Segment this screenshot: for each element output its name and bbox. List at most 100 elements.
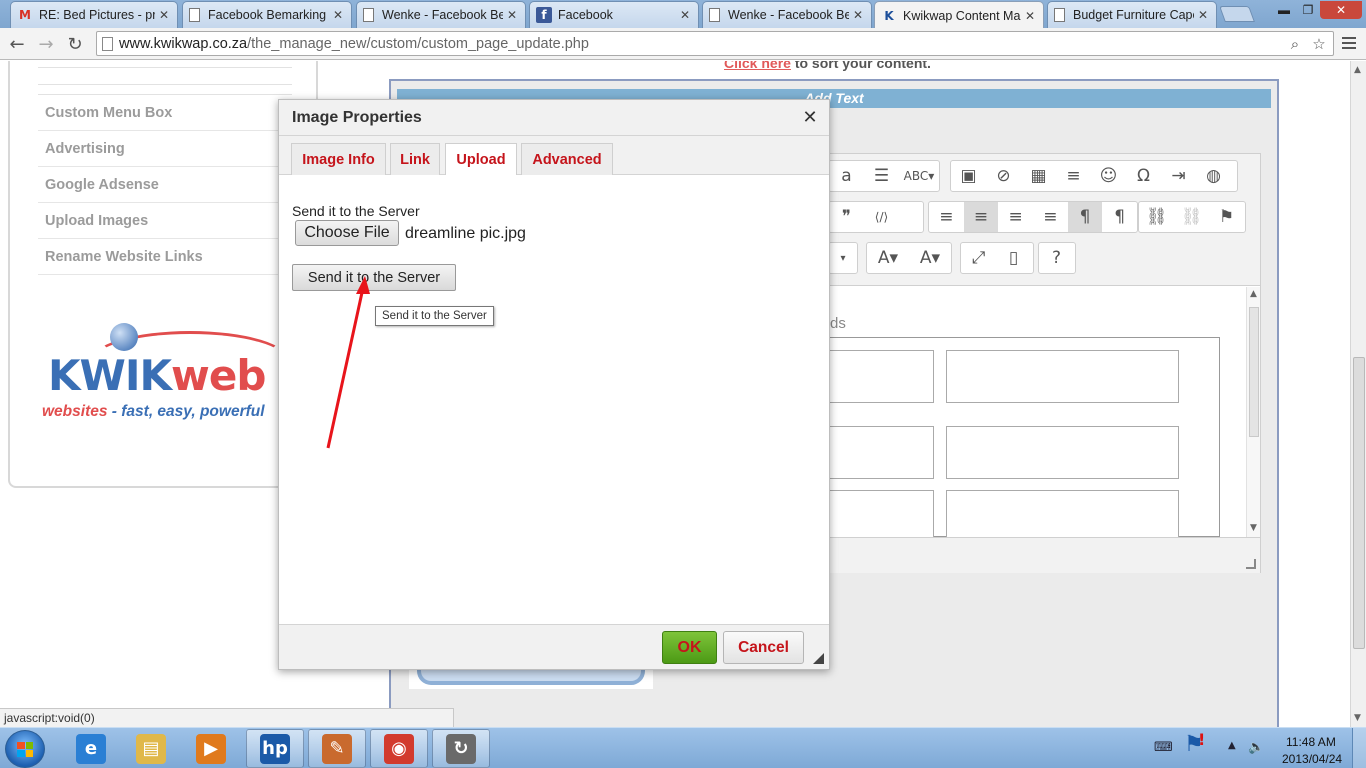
- reload-icon[interactable]: ↻: [63, 32, 87, 56]
- cancel-button[interactable]: Cancel: [723, 631, 804, 664]
- browser-tab[interactable]: Wenke - Facebook Ber ✕: [356, 1, 526, 28]
- taskbar-app-button[interactable]: ▶: [182, 729, 240, 768]
- volume-icon[interactable]: 🔈: [1248, 740, 1264, 755]
- dropdown-arrow-icon[interactable]: ▾: [829, 243, 857, 273]
- keyboard-icon[interactable]: ⌨: [1154, 740, 1173, 755]
- maximize-icon[interactable]: ⤢: [961, 243, 996, 273]
- page-scrollbar[interactable]: ▲ ▼: [1350, 61, 1366, 727]
- rtl-icon[interactable]: ¶: [1102, 202, 1137, 232]
- table-cell[interactable]: [814, 350, 934, 403]
- ltr-icon[interactable]: ¶: [1067, 202, 1103, 232]
- scroll-up-icon[interactable]: ▲: [1354, 65, 1361, 75]
- close-icon[interactable]: ✕: [1198, 8, 1210, 22]
- close-icon[interactable]: ✕: [853, 8, 865, 22]
- table-cell[interactable]: [814, 490, 934, 543]
- click-here-link[interactable]: Click here: [724, 61, 791, 71]
- dialog-title-bar[interactable]: Image Properties ✕: [279, 100, 829, 136]
- minimize-button[interactable]: ▬: [1272, 1, 1296, 19]
- browser-tab[interactable]: Wenke - Facebook Ber ✕: [702, 1, 872, 28]
- browser-tab[interactable]: Budget Furniture Cape ✕: [1047, 1, 1217, 28]
- paste-icon[interactable]: a: [829, 161, 864, 191]
- horizontal-rule-icon[interactable]: ≡: [1056, 161, 1091, 191]
- tab-advanced[interactable]: Advanced: [521, 143, 613, 175]
- taskbar-app-button[interactable]: ✎: [308, 729, 366, 768]
- link-icon[interactable]: ⛓: [1139, 202, 1174, 232]
- div-icon[interactable]: ⟨/⟩: [864, 202, 899, 232]
- zoom-icon[interactable]: ⌕: [1285, 34, 1305, 54]
- sidebar-item-upload-images[interactable]: Upload Images: [38, 203, 292, 239]
- tab-image-info[interactable]: Image Info: [291, 143, 386, 175]
- new-tab-button[interactable]: [1219, 6, 1255, 22]
- browser-tab[interactable]: M RE: Bed Pictures - pret ✕: [10, 1, 178, 28]
- align-left-icon[interactable]: ≡: [929, 202, 964, 232]
- content-table[interactable]: [805, 337, 1220, 543]
- scroll-down-icon[interactable]: ▼: [1250, 523, 1257, 533]
- taskbar-app-button[interactable]: ↻: [432, 729, 490, 768]
- maximize-button[interactable]: ❐: [1296, 1, 1320, 19]
- page-break-icon[interactable]: ⇥: [1161, 161, 1196, 191]
- sidebar-item-rename-website-links[interactable]: Rename Website Links: [38, 239, 292, 275]
- image-icon[interactable]: ▣: [951, 161, 986, 191]
- browser-tab-active[interactable]: K Kwikwap Content Mar ✕: [874, 1, 1044, 29]
- taskbar-app-button[interactable]: ◉: [370, 729, 428, 768]
- sidebar-item-custom-menu-box[interactable]: Custom Menu Box: [38, 95, 292, 131]
- tab-link[interactable]: Link: [390, 143, 440, 175]
- table-cell[interactable]: [946, 350, 1179, 403]
- paste-text-icon[interactable]: ☰: [864, 161, 899, 191]
- close-icon[interactable]: ✕: [333, 8, 345, 22]
- scroll-up-icon[interactable]: ▲: [1250, 289, 1257, 299]
- flash-icon[interactable]: ⊘: [986, 161, 1021, 191]
- tab-upload[interactable]: Upload: [445, 143, 517, 176]
- close-icon[interactable]: ✕: [680, 8, 692, 22]
- sidebar-item-google-adsense[interactable]: Google Adsense: [38, 167, 292, 203]
- close-icon[interactable]: ✕: [1025, 9, 1037, 23]
- editor-scrollbar[interactable]: ▲ ▼: [1246, 287, 1260, 537]
- show-desktop-button[interactable]: [1352, 728, 1366, 768]
- table-cell[interactable]: [946, 490, 1179, 543]
- taskbar-app-button[interactable]: ▤: [122, 729, 180, 768]
- address-bar-url[interactable]: www.kwikwap.co.za/the_manage_new/custom/…: [119, 36, 589, 52]
- close-icon[interactable]: ✕: [800, 107, 820, 128]
- scrollbar-thumb[interactable]: [1353, 357, 1365, 649]
- unlink-icon[interactable]: ⛓: [1174, 202, 1209, 232]
- anchor-icon[interactable]: ⚑: [1209, 202, 1244, 232]
- scrollbar-thumb[interactable]: [1249, 307, 1259, 437]
- table-icon[interactable]: ▦: [1021, 161, 1056, 191]
- ok-button[interactable]: OK: [662, 631, 717, 664]
- justify-icon[interactable]: ≡: [1033, 202, 1068, 232]
- forward-arrow-icon[interactable]: →: [34, 32, 58, 56]
- choose-file-button[interactable]: Choose File: [295, 220, 399, 246]
- table-cell[interactable]: [814, 426, 934, 479]
- show-hidden-icons[interactable]: ▲: [1228, 740, 1236, 751]
- align-center-icon[interactable]: ≡: [963, 202, 999, 232]
- back-arrow-icon[interactable]: ←: [5, 32, 29, 56]
- table-cell[interactable]: [946, 426, 1179, 479]
- start-button[interactable]: [5, 730, 45, 768]
- align-right-icon[interactable]: ≡: [998, 202, 1033, 232]
- resize-grip-icon[interactable]: [813, 653, 824, 664]
- text-color-icon[interactable]: A▾: [867, 243, 909, 273]
- special-char-icon[interactable]: Ω: [1126, 161, 1161, 191]
- browser-tab[interactable]: f Facebook ✕: [529, 1, 699, 28]
- address-bar[interactable]: www.kwikwap.co.za/the_manage_new/custom/…: [96, 31, 1334, 56]
- help-icon[interactable]: ?: [1039, 243, 1074, 273]
- iframe-icon[interactable]: ◍: [1196, 161, 1231, 191]
- bookmark-star-icon[interactable]: ☆: [1309, 34, 1329, 54]
- spellcheck-icon[interactable]: ABC▾: [899, 161, 939, 191]
- clock-date[interactable]: 2013/04/24: [1282, 752, 1342, 766]
- close-icon[interactable]: ✕: [507, 8, 519, 22]
- scroll-down-icon[interactable]: ▼: [1354, 713, 1361, 723]
- window-close-button[interactable]: ✕: [1320, 1, 1362, 19]
- smiley-icon[interactable]: ☺: [1091, 161, 1126, 191]
- background-color-icon[interactable]: A▾: [909, 243, 951, 273]
- blockquote-icon[interactable]: ❞: [829, 202, 864, 232]
- show-blocks-icon[interactable]: ▯: [996, 243, 1031, 273]
- clock-time[interactable]: 11:48 AM: [1286, 735, 1336, 749]
- browser-tab[interactable]: Facebook Bemarking S ✕: [182, 1, 352, 28]
- taskbar-app-button[interactable]: e: [62, 729, 120, 768]
- menu-icon[interactable]: [1340, 34, 1358, 52]
- sidebar-item-advertising[interactable]: Advertising: [38, 131, 292, 167]
- close-icon[interactable]: ✕: [159, 8, 171, 22]
- resize-grip-icon[interactable]: [1246, 559, 1256, 569]
- taskbar-app-button[interactable]: hp: [246, 729, 304, 768]
